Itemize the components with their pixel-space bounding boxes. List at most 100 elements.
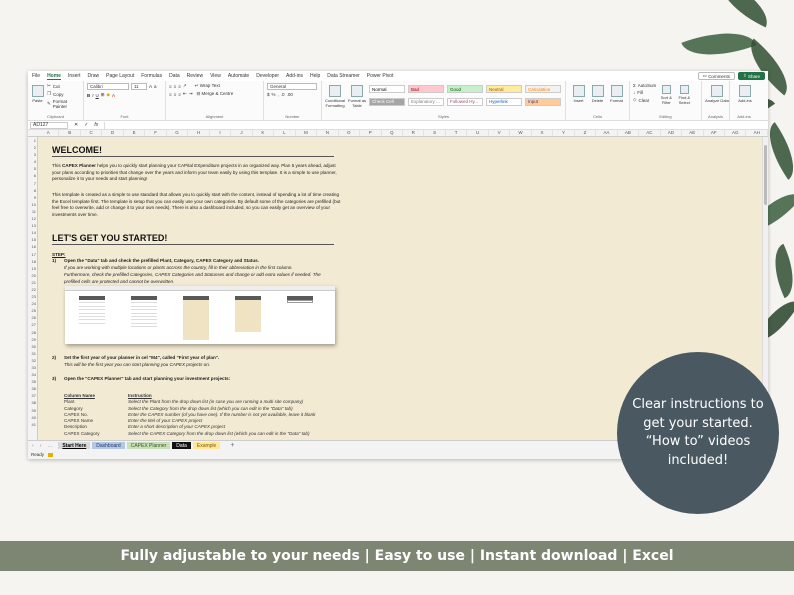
column-header[interactable]: AH (746, 130, 768, 136)
more-sheets-icon[interactable]: … (47, 443, 52, 449)
column-header[interactable]: AD (661, 130, 683, 136)
tab-data[interactable]: Data (169, 73, 180, 79)
sort-filter-button[interactable]: Sort & Filter (658, 83, 674, 105)
name-box[interactable]: AD127 (30, 121, 68, 129)
row-header[interactable]: 31 (28, 350, 37, 357)
tab-help[interactable]: Help (310, 73, 320, 79)
column-header[interactable]: AE (682, 130, 704, 136)
cancel-icon[interactable]: ✕ (74, 122, 78, 128)
column-header[interactable]: G (167, 130, 189, 136)
row-header[interactable]: 28 (28, 329, 37, 336)
row-header[interactable]: 19 (28, 265, 37, 272)
row-header[interactable]: 7 (28, 180, 37, 187)
function-icon[interactable]: fx (94, 122, 98, 128)
wrap-text-button[interactable]: ↵ Wrap Text (195, 83, 220, 89)
outdent-icon[interactable]: ⇥ (189, 91, 193, 97)
font-size-select[interactable]: 11 (131, 83, 147, 90)
sheet-tab[interactable]: CAPEX Planner (126, 442, 171, 449)
tab-automate[interactable]: Automate (228, 73, 249, 79)
tab-view[interactable]: View (210, 73, 221, 79)
tab-power-pivot[interactable]: Power Pivot (367, 73, 394, 79)
orientation-icon[interactable]: ↗ (183, 83, 187, 89)
font-color-icon[interactable]: A (112, 93, 115, 98)
align-left-icon[interactable]: ≡ (169, 92, 172, 97)
font-name-select[interactable]: Calibri (87, 83, 129, 90)
row-header[interactable]: 2 (28, 144, 37, 151)
row-header[interactable]: 17 (28, 251, 37, 258)
row-header[interactable]: 23 (28, 293, 37, 300)
accessibility-icon[interactable] (48, 452, 54, 457)
column-header[interactable]: K (253, 130, 275, 136)
row-header[interactable]: 29 (28, 336, 37, 343)
add-ins-button[interactable]: Add-ins (733, 83, 757, 103)
row-header[interactable]: 30 (28, 343, 37, 350)
copy-button[interactable]: ❐ Copy (47, 91, 80, 97)
row-header[interactable]: 15 (28, 236, 37, 243)
tab-file[interactable]: File (32, 73, 40, 79)
delete-cells-button[interactable]: Delete (588, 83, 607, 103)
column-header[interactable]: Z (575, 130, 597, 136)
sheet-tab[interactable]: Example (192, 442, 221, 449)
row-header[interactable]: 34 (28, 371, 37, 378)
increase-decimal-icon[interactable]: .0 (281, 92, 285, 97)
tab-page-layout[interactable]: Page Layout (106, 73, 134, 79)
row-header[interactable]: 25 (28, 307, 37, 314)
italic-icon[interactable]: I (92, 93, 93, 98)
align-top-icon[interactable]: ≡ (169, 84, 172, 89)
column-header[interactable]: L (274, 130, 296, 136)
row-header[interactable]: 13 (28, 222, 37, 229)
cell-style-swatch[interactable]: Check Cell (369, 97, 405, 106)
column-header[interactable]: S (424, 130, 446, 136)
row-header[interactable]: 41 (28, 421, 37, 428)
border-icon[interactable]: ⊞ (101, 92, 105, 98)
row-header[interactable]: 40 (28, 414, 37, 421)
column-header[interactable]: D (102, 130, 124, 136)
row-header[interactable]: 14 (28, 229, 37, 236)
tab-review[interactable]: Review (187, 73, 203, 79)
decrease-decimal-icon[interactable]: .00 (287, 92, 293, 97)
analyze-data-button[interactable]: Analyze Data (705, 83, 729, 103)
comments-button[interactable]: ▭ Comments (697, 72, 735, 80)
column-header[interactable]: Q (382, 130, 403, 136)
column-header[interactable]: O (339, 130, 361, 136)
row-header[interactable]: 33 (28, 364, 37, 371)
cell-style-swatch[interactable]: Calculation (525, 85, 561, 93)
clear-button[interactable]: ◇ Clear (633, 97, 656, 103)
underline-icon[interactable]: U (96, 93, 99, 98)
cell-style-swatch[interactable]: Followed Hy... (447, 97, 483, 106)
format-painter-button[interactable]: ✎ Format Painter (47, 99, 80, 109)
comma-icon[interactable]: , (278, 92, 279, 97)
column-header[interactable]: N (317, 130, 339, 136)
column-header[interactable]: AB (618, 130, 640, 136)
column-header[interactable]: F (145, 130, 167, 136)
number-format-select[interactable]: General (267, 83, 317, 90)
fill-color-icon[interactable]: ◆ (107, 92, 110, 98)
column-header[interactable]: Y (553, 130, 575, 136)
shrink-font-icon[interactable]: a (154, 84, 157, 89)
row-header[interactable]: 12 (28, 215, 37, 222)
row-header[interactable]: 9 (28, 194, 37, 201)
merge-center-button[interactable]: ⊟ Merge & Centre (196, 91, 233, 97)
share-button[interactable]: ⇪ Share (737, 72, 765, 80)
cell-style-swatch[interactable]: Hyperlink (486, 97, 522, 106)
column-header[interactable]: B (59, 130, 81, 136)
cell-style-swatch[interactable]: Neutral (486, 85, 522, 93)
format-as-table-button[interactable]: Format as Table (347, 83, 367, 108)
column-header[interactable]: P (360, 130, 382, 136)
row-header[interactable]: 5 (28, 165, 37, 172)
cell-style-swatch[interactable]: Good (447, 85, 483, 93)
scroll-thumb[interactable] (764, 145, 767, 205)
column-header[interactable]: A (38, 130, 60, 136)
row-header[interactable]: 18 (28, 258, 37, 265)
tab-add-ins[interactable]: Add-ins (286, 73, 303, 79)
align-middle-icon[interactable]: ≡ (174, 84, 177, 89)
format-cells-button[interactable]: Format (607, 83, 626, 103)
row-header[interactable]: 3 (28, 151, 37, 158)
row-header[interactable]: 10 (28, 201, 37, 208)
row-header[interactable]: 38 (28, 399, 37, 406)
column-header[interactable]: U (467, 130, 489, 136)
row-header[interactable]: 16 (28, 243, 37, 250)
percent-icon[interactable]: % (272, 92, 276, 97)
row-header[interactable]: 26 (28, 314, 37, 321)
next-sheet-icon[interactable]: › (40, 443, 42, 449)
